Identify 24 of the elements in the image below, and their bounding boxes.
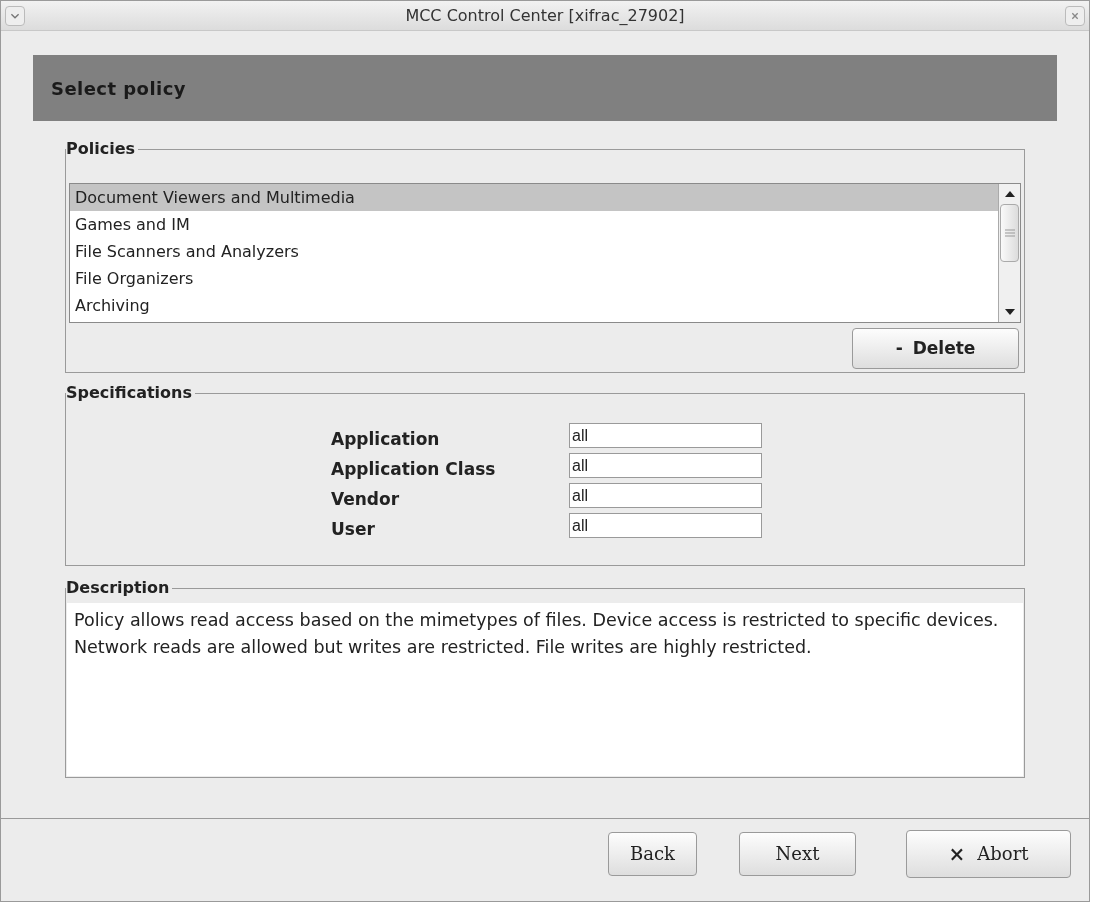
input-field[interactable]: all [569,483,762,508]
window-title: MCC Control Center [xifrac_27902] [404,4,686,27]
input-field[interactable]: all [569,513,762,538]
field-label: User [331,517,376,541]
minus-icon: - [895,335,903,362]
list-item[interactable]: Document Viewers and Multimedia [70,184,998,211]
input-field[interactable]: all [569,423,762,448]
wizard-button[interactable]: Back [608,831,697,876]
wizard-button[interactable]: Next [739,831,856,876]
close-icon[interactable] [1065,5,1085,26]
wizard-button[interactable]: × Abort [906,829,1071,878]
scroll-thumb[interactable] [1000,204,1019,262]
field-label: Vendor [331,487,401,511]
page-title: Select policy [51,76,186,101]
input-field[interactable]: all [569,453,762,478]
chevron-down-icon[interactable] [5,5,25,26]
field-label: Application [331,427,441,451]
group-legend: Specifications [66,383,195,403]
scrollbar[interactable] [998,184,1020,322]
field-label: Application Class [331,457,497,481]
group-legend: Description [66,578,173,598]
description-text: Policy allows read access based on the mimetypes of files. Device access is restricted to specific devices. Network reads are allowed but writes are restricted. File writes are highly restricted. [73,609,1000,659]
delete-button[interactable]: - Delete [852,328,1019,369]
close-icon: × [948,838,966,869]
